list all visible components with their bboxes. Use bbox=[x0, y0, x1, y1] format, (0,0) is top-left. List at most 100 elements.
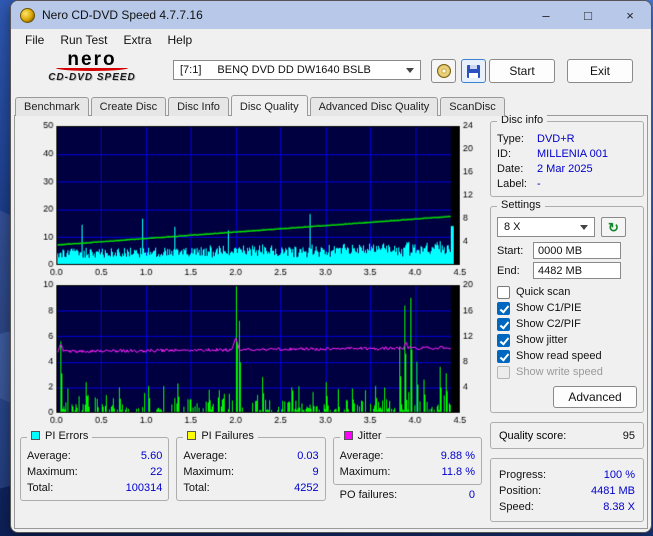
show-write-speed-checkbox: Show write speed bbox=[497, 364, 637, 380]
chart-column: PI Errors Average: 5.60 Maximum: 22 Total:… bbox=[18, 121, 484, 525]
pi-failures-title: PI Failures bbox=[201, 429, 254, 442]
pi-failures-average: 0.03 bbox=[297, 449, 319, 462]
status-panel: Progress: 100 % Position: 4481 MB Speed: 8.… bbox=[490, 458, 644, 522]
tab-scandisc[interactable]: ScanDisc bbox=[440, 97, 505, 116]
id-label: ID: bbox=[497, 148, 512, 160]
pi-errors-maximum: 22 bbox=[150, 465, 163, 478]
start-field[interactable]: 0000 MB bbox=[533, 242, 621, 259]
window-title: Nero CD-DVD Speed 4.7.7.16 bbox=[42, 8, 203, 22]
app-window: Nero CD-DVD Speed 4.7.7.16 – □ × File Ru… bbox=[10, 0, 652, 533]
advanced-button[interactable]: Advanced bbox=[553, 386, 637, 408]
menu-extra[interactable]: Extra bbox=[115, 31, 159, 49]
menu-file[interactable]: File bbox=[17, 31, 52, 49]
maximum-label: Maximum: bbox=[27, 465, 78, 478]
show-read-speed-checkbox[interactable]: Show read speed bbox=[497, 348, 637, 364]
disc-label: - bbox=[537, 178, 541, 190]
right-panel: Disc info Type: DVD+R ID: MILLENIA 001 Dat… bbox=[490, 114, 644, 525]
checkbox-icon bbox=[497, 349, 510, 363]
average-label: Average: bbox=[27, 449, 71, 462]
menu-run-test[interactable]: Run Test bbox=[52, 31, 115, 49]
pi-errors-average: 5.60 bbox=[140, 449, 163, 462]
maximum-label: Maximum: bbox=[339, 465, 391, 478]
speed-value: 8 X bbox=[504, 221, 521, 233]
jitter-title: Jitter bbox=[357, 429, 382, 442]
tab-page-disc-quality: PI Errors Average: 5.60 Maximum: 22 Total:… bbox=[14, 114, 648, 529]
pi-errors-total: 100314 bbox=[125, 481, 163, 494]
checkbox-icon bbox=[497, 301, 510, 315]
show-c2-pif-checkbox[interactable]: Show C2/PIF bbox=[497, 316, 637, 332]
pi-errors-title: PI Errors bbox=[45, 429, 89, 442]
logo-text: nero bbox=[67, 49, 117, 70]
quality-score-panel: Quality score: 95 bbox=[490, 422, 644, 449]
average-label: Average: bbox=[183, 449, 228, 462]
pi-errors-swatch bbox=[31, 431, 40, 441]
total-label: Total: bbox=[27, 481, 54, 494]
save-icon bbox=[467, 64, 480, 78]
end-field[interactable]: 4482 MB bbox=[533, 262, 621, 279]
end-label: End: bbox=[497, 264, 520, 277]
nero-logo: nero CD-DVD SPEED bbox=[19, 49, 165, 83]
refresh-button[interactable]: ↻ bbox=[601, 217, 626, 237]
quality-score-value: 95 bbox=[622, 430, 635, 442]
drive-unit: [7:1] bbox=[180, 64, 202, 76]
logo-subtext: CD-DVD SPEED bbox=[48, 72, 136, 83]
close-button[interactable]: × bbox=[609, 1, 651, 29]
maximize-button[interactable]: □ bbox=[567, 1, 609, 29]
tab-create-disc[interactable]: Create Disc bbox=[90, 97, 167, 116]
pi-errors-panel: PI Errors Average: 5.60 Maximum: 22 Total:… bbox=[20, 429, 170, 501]
toolbar: nero CD-DVD SPEED [7:1] BENQ DVD DD DW16… bbox=[11, 49, 651, 93]
settings-panel: Settings 8 X ↻ Start: 0000 MB End: 4482 MB… bbox=[490, 199, 644, 413]
start-label: Start: bbox=[497, 244, 524, 257]
disc-tool-button[interactable] bbox=[431, 59, 456, 83]
checkbox-icon bbox=[497, 317, 510, 331]
drive-select[interactable]: [7:1] BENQ DVD DD DW1640 BSLB bbox=[173, 60, 421, 80]
jitter-maximum: 11.8 % bbox=[441, 465, 475, 478]
minimize-button[interactable]: – bbox=[525, 1, 567, 29]
po-failures-row: PO failures: 0 bbox=[333, 485, 482, 501]
pi-failures-maximum: 9 bbox=[312, 465, 319, 478]
checkbox-icon bbox=[497, 365, 510, 379]
progress-label: Progress: bbox=[499, 469, 547, 481]
pi-failures-total: 4252 bbox=[294, 481, 319, 494]
date-label: Date: bbox=[497, 163, 524, 175]
window-controls: – □ × bbox=[525, 1, 651, 29]
exit-button[interactable]: Exit bbox=[567, 59, 633, 83]
drive-name: BENQ DVD DD DW1640 BSLB bbox=[217, 64, 371, 76]
tab-disc-quality[interactable]: Disc Quality bbox=[230, 95, 308, 116]
tab-bar: Benchmark Create Disc Disc Info Disc Qua… bbox=[11, 93, 651, 116]
checkbox-icon bbox=[497, 285, 510, 299]
position-value: 4481 MB bbox=[590, 485, 635, 497]
speed-select[interactable]: 8 X bbox=[497, 217, 595, 237]
po-failures-label: PO failures: bbox=[339, 488, 398, 501]
label-label: Label: bbox=[497, 178, 527, 190]
tab-benchmark[interactable]: Benchmark bbox=[15, 97, 89, 116]
chevron-down-icon bbox=[580, 224, 588, 230]
menu-help[interactable]: Help bbox=[160, 31, 201, 49]
total-label: Total: bbox=[183, 481, 210, 494]
maximum-label: Maximum: bbox=[183, 465, 235, 478]
speed-value: 8.38 X bbox=[603, 501, 635, 513]
speed-label: Speed: bbox=[499, 501, 534, 513]
jitter-panel: Jitter Average: 9.88 % Maximum: 11.8 % bbox=[332, 429, 482, 485]
progress-value: 100 % bbox=[603, 469, 635, 481]
disc-info-panel: Disc info Type: DVD+R ID: MILLENIA 001 Dat… bbox=[490, 114, 644, 197]
app-icon bbox=[20, 7, 35, 23]
hand-disc-icon bbox=[436, 64, 451, 78]
show-jitter-checkbox[interactable]: Show jitter bbox=[497, 332, 637, 348]
pi-failures-panel: PI Failures Average: 0.03 Maximum: 9 Total… bbox=[176, 429, 326, 501]
tab-advanced-disc-quality[interactable]: Advanced Disc Quality bbox=[309, 97, 439, 116]
disc-id: MILLENIA 001 bbox=[537, 148, 608, 160]
average-label: Average: bbox=[339, 449, 384, 462]
tab-disc-info[interactable]: Disc Info bbox=[168, 97, 229, 116]
position-label: Position: bbox=[499, 485, 542, 497]
menu-bar: File Run Test Extra Help bbox=[11, 29, 651, 51]
disc-date: 2 Mar 2025 bbox=[537, 163, 593, 175]
checkbox-icon bbox=[497, 333, 510, 347]
save-button[interactable] bbox=[461, 59, 486, 83]
quick-scan-checkbox[interactable]: Quick scan bbox=[497, 284, 637, 300]
disc-info-title: Disc info bbox=[501, 114, 544, 126]
start-button[interactable]: Start bbox=[489, 59, 555, 83]
type-label: Type: bbox=[497, 133, 524, 145]
po-failures-value: 0 bbox=[468, 488, 475, 501]
show-c1-pie-checkbox[interactable]: Show C1/PIE bbox=[497, 300, 637, 316]
